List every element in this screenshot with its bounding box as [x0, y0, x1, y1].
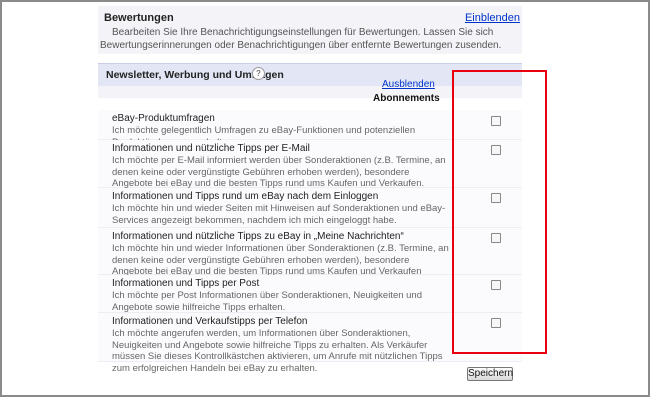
bewertungen-title: Bewertungen [104, 12, 174, 24]
subscription-checkbox[interactable] [491, 318, 501, 328]
list-item: Informationen und Tipps per Post Ich möc… [98, 275, 522, 313]
option-description: Ich möchte per Post Informationen über S… [112, 290, 422, 313]
subscription-checkbox[interactable] [491, 233, 501, 243]
list-item: Informationen und nützliche Tipps zu eBa… [98, 228, 522, 289]
newsletter-section-header: Newsletter, Werbung und Umfragen ? [98, 63, 522, 86]
bewertungen-toggle-link[interactable]: Einblenden [465, 12, 520, 24]
list-item: eBay-Produktumfragen Ich möchte gelegent… [98, 110, 522, 148]
help-icon[interactable]: ? [252, 67, 265, 80]
list-item: Informationen und nützliche Tipps per E-… [98, 140, 522, 189]
option-title: Informationen und Tipps per Post [112, 278, 260, 289]
newsletter-subheader-bar [98, 86, 522, 98]
subscriptions-column-header: Abonnements [373, 93, 440, 104]
option-title: Informationen und nützliche Tipps per E-… [112, 143, 310, 154]
option-title: eBay-Produktumfragen [112, 113, 215, 124]
save-button[interactable]: Speichern [467, 367, 513, 381]
list-item: Informationen und Verkaufstipps per Tele… [98, 313, 522, 374]
bewertungen-section: Bewertungen Einblenden Bearbeiten Sie Ih… [98, 6, 522, 54]
subscription-checkbox[interactable] [491, 280, 501, 290]
option-description: Ich möchte angerufen werden, um Informat… [112, 328, 443, 374]
newsletter-toggle-link[interactable]: Ausblenden [382, 79, 435, 90]
option-title: Informationen und Tipps rund um eBay nac… [112, 191, 379, 202]
settings-content: Bewertungen Einblenden Bearbeiten Sie Ih… [98, 6, 522, 394]
subscription-checkbox[interactable] [491, 193, 501, 203]
window-frame: Bewertungen Einblenden Bearbeiten Sie Ih… [0, 0, 650, 397]
subscription-checkbox[interactable] [491, 116, 501, 126]
option-description: Ich möchte hin und wieder Seiten mit Hin… [112, 203, 446, 226]
option-title: Informationen und nützliche Tipps zu eBa… [112, 231, 404, 242]
bewertungen-description: Bearbeiten Sie Ihre Benachrichtigungsein… [100, 27, 502, 51]
option-title: Informationen und Verkaufstipps per Tele… [112, 316, 308, 327]
subscription-checkbox[interactable] [491, 145, 501, 155]
option-description: Ich möchte per E-Mail informiert werden … [112, 155, 446, 189]
list-item: Informationen und Tipps rund um eBay nac… [98, 188, 522, 228]
